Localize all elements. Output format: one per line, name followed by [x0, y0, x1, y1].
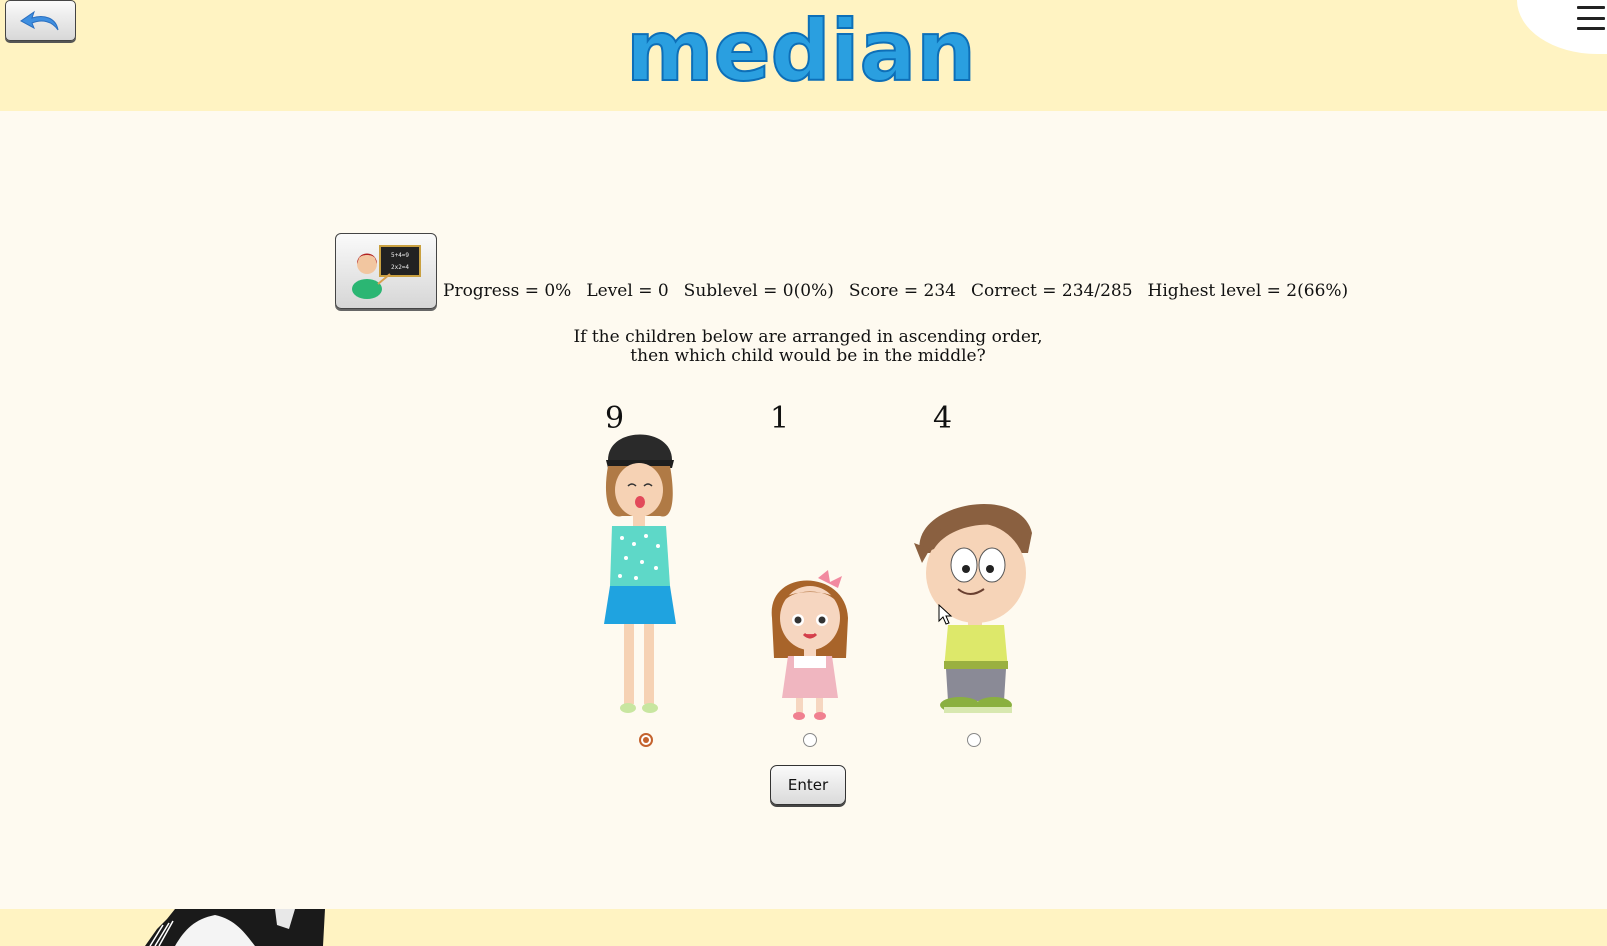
undo-arrow-icon — [19, 10, 58, 30]
logo-text: median — [626, 8, 976, 98]
level-text: Level = 0 — [586, 281, 669, 301]
mouse-cursor-icon — [938, 604, 953, 625]
footer-decoration-image — [145, 909, 325, 946]
highest-level-text: Highest level = 2(66%) — [1147, 281, 1349, 301]
child-number-2: 1 — [770, 401, 790, 436]
child-radio-1[interactable] — [639, 733, 653, 747]
teacher-button[interactable]: 5+4=9 2x2=4 — [335, 233, 437, 309]
progress-text: Progress = 0% — [443, 281, 572, 301]
question-line-1: If the children below are arranged in as… — [573, 327, 1043, 347]
question-line-2: then which child would be in the middle? — [630, 346, 986, 366]
stats-row: 5+4=9 2x2=4 Progress = 0% Level = 0 Subl… — [335, 233, 1363, 309]
child-radio-3[interactable] — [967, 733, 981, 747]
correct-text: Correct = 234/285 — [970, 281, 1133, 301]
child-radio-2[interactable] — [803, 733, 817, 747]
svg-text:2x2=4: 2x2=4 — [391, 264, 409, 271]
boy-figure[interactable] — [910, 493, 1040, 723]
teacher-icon: 5+4=9 2x2=4 — [352, 245, 421, 299]
enter-button[interactable]: Enter — [770, 765, 846, 805]
hamburger-menu-icon[interactable] — [1577, 4, 1605, 32]
question-text: If the children below are arranged in as… — [0, 328, 1607, 366]
sublevel-text: Sublevel = 0(0%) — [683, 281, 834, 301]
score-text: Score = 234 — [848, 281, 956, 301]
footer-bar — [0, 909, 1607, 946]
tall-girl-figure[interactable] — [600, 420, 690, 720]
median-logo: median — [626, 8, 976, 98]
small-girl-figure[interactable] — [766, 568, 856, 723]
header-bar: median — [0, 0, 1607, 111]
back-button[interactable] — [5, 0, 76, 41]
svg-text:5+4=9: 5+4=9 — [391, 252, 409, 259]
child-number-3: 4 — [933, 401, 953, 436]
stats-line: Progress = 0% Level = 0 Sublevel = 0(0%)… — [443, 281, 1363, 301]
